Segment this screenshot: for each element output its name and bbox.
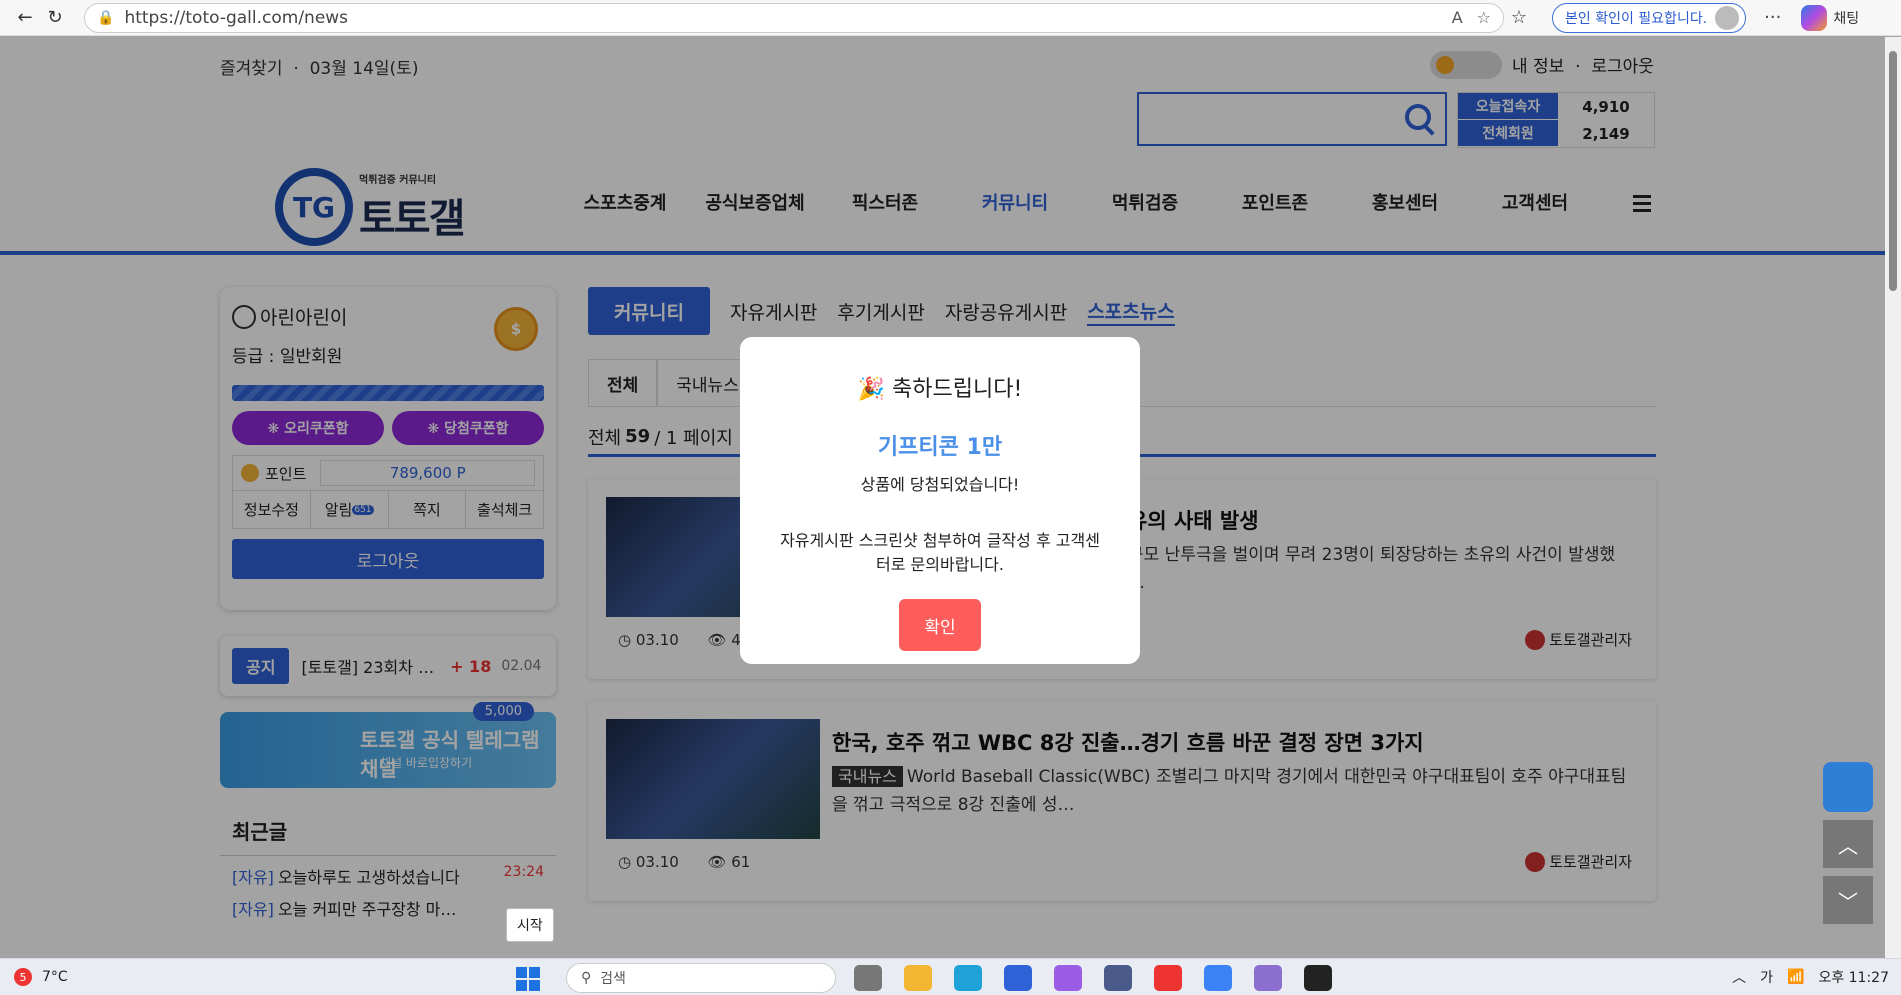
system-tray: ︿ 가 📶 오후 11:27: [1732, 959, 1889, 995]
app-icon[interactable]: [1204, 965, 1232, 991]
store-icon[interactable]: [1004, 965, 1032, 991]
wifi-icon[interactable]: 📶: [1787, 969, 1804, 985]
ime-indicator[interactable]: 가: [1760, 967, 1773, 987]
browser-toolbar: ← ↻ 🔒 https://toto-gall.com/news A ☆ ☆ 본…: [0, 0, 1901, 36]
app-icon[interactable]: [1154, 965, 1182, 991]
refresh-icon[interactable]: ↻: [40, 3, 70, 33]
congrats-modal: 🎉 축하드립니다! 기프티콘 1만 상품에 당첨되었습니다! 자유게시판 스크린…: [740, 337, 1140, 664]
calendar-icon[interactable]: [1823, 762, 1873, 812]
modal-instructions: 자유게시판 스크린샷 첨부하여 글작성 후 고객센터로 문의바랍니다.: [780, 531, 1100, 574]
modal-message: 상품에 당첨되었습니다!: [860, 475, 1020, 494]
taskbar-search[interactable]: ⚲ 검색: [566, 963, 836, 993]
file-explorer-icon[interactable]: [904, 965, 932, 991]
more-menu-icon[interactable]: ···: [1764, 7, 1781, 28]
url-text: https://toto-gall.com/news: [124, 7, 349, 28]
page-scrollbar[interactable]: [1885, 37, 1901, 958]
chevron-up-icon[interactable]: ︿: [1732, 967, 1746, 987]
app-icon[interactable]: [1254, 965, 1282, 991]
scrollbar-thumb[interactable]: [1889, 51, 1897, 291]
start-tooltip: 시작: [506, 908, 554, 942]
profile-verify-button[interactable]: 본인 확인이 필요합니다.: [1552, 2, 1747, 33]
task-view-icon[interactable]: [854, 965, 882, 991]
scroll-top-button[interactable]: ︿: [1823, 820, 1873, 868]
edge-icon[interactable]: [954, 965, 982, 991]
modal-prize: 기프티콘 1만: [877, 435, 1003, 460]
modal-title: 🎉 축하드립니다!: [857, 377, 1023, 402]
favorites-icon[interactable]: ☆: [1504, 3, 1534, 33]
copilot-icon: [1801, 4, 1828, 31]
avatar-icon: [1715, 5, 1740, 30]
modal-confirm-button[interactable]: 확인: [899, 599, 981, 651]
search-icon: ⚲: [581, 970, 592, 986]
address-bar[interactable]: 🔒 https://toto-gall.com/news A ☆: [84, 2, 1504, 33]
windows-start-icon[interactable]: [516, 967, 540, 991]
lock-icon: 🔒: [97, 9, 115, 26]
taskbar-apps: [854, 965, 1332, 991]
temperature: 7°C: [42, 969, 68, 985]
weather-badge: 5: [14, 968, 32, 986]
taskbar-search-label: 검색: [600, 971, 626, 987]
copilot-app-icon[interactable]: [1054, 965, 1082, 991]
app-icon[interactable]: [1304, 965, 1332, 991]
scroll-down-button[interactable]: ﹀: [1823, 876, 1873, 924]
copilot-button[interactable]: 채팅: [1801, 4, 1860, 31]
copilot-label: 채팅: [1833, 10, 1860, 27]
clock[interactable]: 오후 11:27: [1818, 967, 1889, 987]
back-arrow-icon[interactable]: ←: [10, 3, 40, 33]
verify-label: 본인 확인이 필요합니다.: [1565, 10, 1708, 27]
weather-widget[interactable]: 5 7°C: [14, 968, 68, 986]
app-icon[interactable]: [1104, 965, 1132, 991]
windows-taskbar: 5 7°C ⚲ 검색 ︿ 가 📶 오후 11:27: [0, 958, 1901, 995]
read-aloud-icon[interactable]: A: [1452, 8, 1463, 27]
favorite-star-icon[interactable]: ☆: [1477, 8, 1491, 27]
